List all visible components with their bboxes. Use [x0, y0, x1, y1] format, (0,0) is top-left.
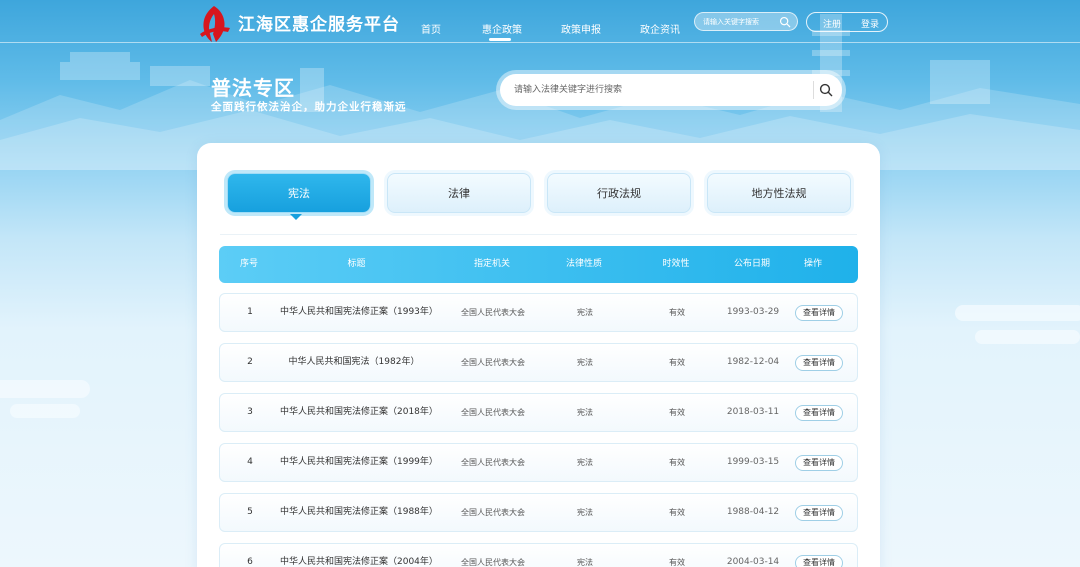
row-nature: 宪法 [577, 408, 593, 417]
background-cloud [0, 380, 90, 398]
view-detail-button[interactable]: 查看详情 [795, 505, 843, 521]
row-date: 1988-04-12 [726, 507, 780, 517]
row-no: 6 [247, 557, 253, 567]
row-title[interactable]: 中华人民共和国宪法修正案（2004年） [280, 544, 438, 567]
view-detail-button[interactable]: 查看详情 [795, 305, 843, 321]
header-divider [0, 42, 1080, 43]
background-cloud [975, 330, 1080, 344]
row-no: 4 [247, 457, 253, 467]
top-search-input[interactable] [703, 15, 775, 29]
row-nature: 宪法 [577, 358, 593, 367]
column-header-authority: 指定机关 [473, 259, 510, 269]
row-authority: 全国人民代表大会 [461, 558, 525, 567]
register-button[interactable]: 注册 [823, 17, 841, 30]
row-date: 1982-12-04 [726, 357, 780, 367]
row-date: 1993-03-29 [726, 307, 780, 317]
top-search-box [694, 12, 798, 31]
row-no: 1 [247, 307, 253, 317]
law-search-box [500, 74, 842, 106]
row-no: 2 [247, 357, 253, 367]
row-authority: 全国人民代表大会 [461, 508, 525, 517]
row-authority: 全国人民代表大会 [461, 358, 525, 367]
view-detail-button[interactable]: 查看详情 [795, 455, 843, 471]
row-title[interactable]: 中华人民共和国宪法（1982年） [280, 344, 428, 381]
row-nature: 宪法 [577, 308, 593, 317]
background-cloud [955, 305, 1080, 321]
hero-title: 普法专区 [211, 76, 295, 100]
table-row: 2 中华人民共和国宪法（1982年） 全国人民代表大会 宪法 有效 1982-1… [219, 343, 858, 382]
law-list-card: 宪法 法律 行政法规 地方性法规 序号 标题 指定机关 法律性质 时效性 公布日… [197, 143, 880, 567]
background-cloud [10, 404, 80, 418]
tab-local-regulation[interactable]: 地方性法规 [707, 173, 851, 213]
row-nature: 宪法 [577, 508, 593, 517]
row-title[interactable]: 中华人民共和国宪法修正案（1993年） [280, 294, 438, 331]
row-no: 3 [247, 407, 253, 417]
column-header-nature: 法律性质 [565, 259, 602, 269]
row-nature: 宪法 [577, 458, 593, 467]
row-date: 1999-03-15 [726, 457, 780, 467]
site-logo-icon[interactable] [196, 4, 232, 44]
view-detail-button[interactable]: 查看详情 [795, 355, 843, 371]
tab-administrative-regulation[interactable]: 行政法规 [547, 173, 691, 213]
card-divider [220, 234, 857, 235]
row-authority: 全国人民代表大会 [461, 458, 525, 467]
table-row: 4 中华人民共和国宪法修正案（1999年） 全国人民代表大会 宪法 有效 199… [219, 443, 858, 482]
auth-box: 注册 登录 [806, 12, 888, 32]
nav-home[interactable]: 首页 [421, 21, 441, 36]
login-button[interactable]: 登录 [861, 17, 879, 30]
nav-active-indicator [489, 38, 511, 41]
tab-constitution[interactable]: 宪法 [227, 173, 371, 213]
view-detail-button[interactable]: 查看详情 [795, 405, 843, 421]
view-detail-button[interactable]: 查看详情 [795, 555, 843, 567]
row-title[interactable]: 中华人民共和国宪法修正案（2018年） [280, 394, 438, 431]
tab-law[interactable]: 法律 [387, 173, 531, 213]
search-icon[interactable] [819, 83, 833, 97]
active-tab-arrow [290, 214, 302, 220]
table-row: 6 中华人民共和国宪法修正案（2004年） 全国人民代表大会 宪法 有效 200… [219, 543, 858, 567]
site-title[interactable]: 江海区惠企服务平台 [238, 10, 400, 35]
table-row: 1 中华人民共和国宪法修正案（1993年） 全国人民代表大会 宪法 有效 199… [219, 293, 858, 332]
column-header-title: 标题 [347, 259, 366, 269]
row-authority: 全国人民代表大会 [461, 308, 525, 317]
table-row: 5 中华人民共和国宪法修正案（1988年） 全国人民代表大会 宪法 有效 198… [219, 493, 858, 532]
nav-declaration[interactable]: 政策申报 [561, 21, 601, 36]
nav-policy[interactable]: 惠企政策 [482, 21, 522, 36]
column-header-no: 序号 [239, 259, 258, 269]
search-icon[interactable] [779, 16, 791, 28]
row-no: 5 [247, 507, 253, 517]
hero-subtitle: 全面践行依法治企，助力企业行稳渐远 [211, 101, 407, 113]
search-separator [813, 81, 814, 99]
column-header-action: 操作 [803, 259, 822, 269]
law-search-input[interactable] [514, 83, 804, 97]
table-row: 3 中华人民共和国宪法修正案（2018年） 全国人民代表大会 宪法 有效 201… [219, 393, 858, 432]
row-title[interactable]: 中华人民共和国宪法修正案（1988年） [280, 494, 438, 531]
table-header: 序号 标题 指定机关 法律性质 时效性 公布日期 操作 [219, 246, 858, 283]
row-date: 2004-03-14 [726, 557, 780, 567]
row-authority: 全国人民代表大会 [461, 408, 525, 417]
row-nature: 宪法 [577, 558, 593, 567]
row-date: 2018-03-11 [726, 407, 780, 417]
row-title[interactable]: 中华人民共和国宪法修正案（1999年） [280, 444, 438, 481]
nav-news[interactable]: 政企资讯 [640, 21, 680, 36]
column-header-date: 公布日期 [733, 259, 770, 269]
